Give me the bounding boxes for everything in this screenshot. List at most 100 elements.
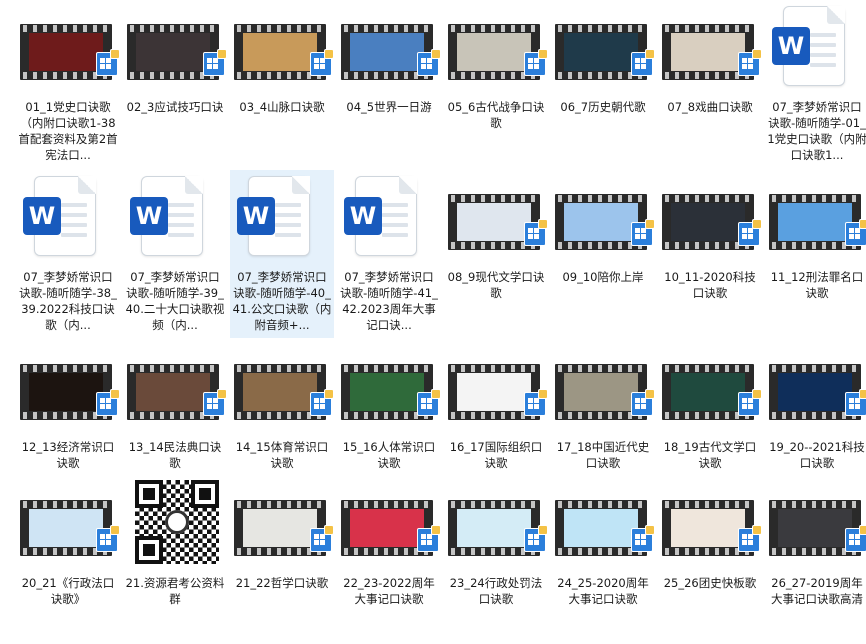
video-file-badge-icon [310,525,334,552]
file-item[interactable]: 23_24行政处罚法口诀歌 [444,476,548,644]
file-item[interactable]: W 07_李梦娇常识口诀歌-随听随学-41_42.2023周年大事记口诀... [337,170,441,338]
video-file-badge-icon [631,49,655,76]
video-thumbnail [551,170,655,266]
word-document-icon: W [337,170,441,266]
video-thumbnail [230,476,334,572]
file-name-label: 24_25-2020周年大事记口诀歌 [557,576,649,606]
video-file-badge-icon [845,219,866,246]
qr-code-icon [135,480,219,564]
file-name-label: 07_李梦娇常识口诀歌-随听随学-41_42.2023周年大事记口诀... [340,270,438,332]
file-item[interactable]: 10_11-2020科技口诀歌 [658,170,762,338]
video-file-badge-icon [738,49,762,76]
video-thumbnail [658,340,762,436]
video-thumbnail [16,476,120,572]
file-name-label: 02_3应试技巧口诀 [126,100,224,114]
file-item[interactable]: W 07_李梦娇常识口诀歌-随听随学-40_41.公文口诀歌（内附音频+... [230,170,334,338]
word-document-icon: W [772,6,845,86]
video-thumbnail [16,340,120,436]
video-file-badge-icon [96,525,120,552]
video-thumbnail [765,476,866,572]
video-file-badge-icon [631,389,655,416]
file-name-label: 07_李梦娇常识口诀歌-随听随学-40_41.公文口诀歌（内附音频+... [232,270,332,332]
file-name-label: 08_9现代文学口诀歌 [447,270,545,300]
file-name-label: 19_20--2021科技口诀歌 [769,440,865,470]
file-item[interactable]: 08_9现代文学口诀歌 [444,170,548,338]
video-file-badge-icon [631,525,655,552]
file-name-label: 07_李梦娇常识口诀歌-随听随学-38_39.2022科技口诀歌（内... [19,270,117,332]
video-file-badge-icon [524,389,548,416]
file-name-label: 22_23-2022周年大事记口诀歌 [343,576,435,606]
file-name-label: 01_1党史口诀歌（内附口诀歌1-38首配套资料及第2首宪法口... [18,100,118,162]
word-document-icon: W [123,170,227,266]
video-thumbnail [551,0,655,96]
video-file-badge-icon [417,49,441,76]
file-name-label: 17_18中国近代史口诀歌 [556,440,650,470]
file-name-label: 16_17国际组织口诀歌 [449,440,543,470]
video-file-badge-icon [845,525,866,552]
file-item[interactable]: 20_21《行政法口诀歌》 [16,476,120,644]
file-item[interactable]: 09_10陪你上岸 [551,170,655,338]
file-item[interactable]: 07_8戏曲口诀歌 [658,0,762,168]
video-file-badge-icon [738,389,762,416]
file-item[interactable]: W 07_李梦娇常识口诀歌-随听随学-39_40.二十大口诀歌视频（内... [123,170,227,338]
file-item[interactable]: 06_7历史朝代歌 [551,0,655,168]
file-item[interactable]: 02_3应试技巧口诀 [123,0,227,168]
video-thumbnail [444,340,548,436]
file-item[interactable]: 21.资源君考公资料群 [123,476,227,644]
file-item[interactable]: 21_22哲学口诀歌 [230,476,334,644]
video-file-badge-icon [738,525,762,552]
video-file-badge-icon [738,219,762,246]
video-thumbnail [123,0,227,96]
video-thumbnail [16,0,120,96]
file-item[interactable]: 03_4山脉口诀歌 [230,0,334,168]
file-name-label: 07_8戏曲口诀歌 [667,100,753,114]
video-thumbnail [230,340,334,436]
video-file-badge-icon [845,389,866,416]
file-name-label: 14_15体育常识口诀歌 [235,440,329,470]
video-file-badge-icon [203,389,227,416]
video-thumbnail [123,340,227,436]
word-document-icon: W [765,0,866,96]
file-name-label: 06_7历史朝代歌 [560,100,646,114]
file-name-label: 13_14民法典口诀歌 [128,440,222,470]
file-item[interactable]: 05_6古代战争口诀歌 [444,0,548,168]
qr-code-image [123,476,227,572]
file-name-label: 10_11-2020科技口诀歌 [664,270,756,300]
file-item[interactable]: 11_12刑法罪名口诀歌 [765,170,866,338]
video-file-badge-icon [417,389,441,416]
file-item[interactable]: 04_5世界一日游 [337,0,441,168]
video-thumbnail [337,0,441,96]
file-name-label: 03_4山脉口诀歌 [239,100,325,114]
file-name-label: 05_6古代战争口诀歌 [447,100,545,130]
word-document-icon: W [16,170,120,266]
video-file-badge-icon [203,49,227,76]
word-document-icon: W [237,176,310,256]
video-thumbnail [658,0,762,96]
video-thumbnail [337,340,441,436]
file-item[interactable]: 22_23-2022周年大事记口诀歌 [337,476,441,644]
video-file-badge-icon [631,219,655,246]
file-item[interactable]: 24_25-2020周年大事记口诀歌 [551,476,655,644]
file-item[interactable]: W 07_李梦娇常识口诀歌-随听随学-01_1党史口诀歌（内附口诀歌1... [765,0,866,168]
file-item[interactable]: 25_26团史快板歌 [658,476,762,644]
word-document-icon: W [23,176,96,256]
file-item[interactable]: W 07_李梦娇常识口诀歌-随听随学-38_39.2022科技口诀歌（内... [16,170,120,338]
file-name-label: 12_13经济常识口诀歌 [21,440,115,470]
video-file-badge-icon [524,219,548,246]
video-file-badge-icon [524,525,548,552]
video-thumbnail [765,340,866,436]
video-file-badge-icon [310,49,334,76]
file-name-label: 20_21《行政法口诀歌》 [21,576,115,606]
file-item[interactable]: 26_27-2019周年大事记口诀歌高清 [765,476,866,644]
video-file-badge-icon [310,389,334,416]
video-thumbnail [551,340,655,436]
word-document-icon: W [230,170,334,266]
file-name-label: 23_24行政处罚法口诀歌 [449,576,543,606]
video-thumbnail [658,476,762,572]
video-thumbnail [658,170,762,266]
file-name-label: 21.资源君考公资料群 [125,576,225,606]
file-item[interactable]: 01_1党史口诀歌（内附口诀歌1-38首配套资料及第2首宪法口... [16,0,120,168]
video-file-badge-icon [96,389,120,416]
video-thumbnail [444,0,548,96]
video-thumbnail [444,476,548,572]
